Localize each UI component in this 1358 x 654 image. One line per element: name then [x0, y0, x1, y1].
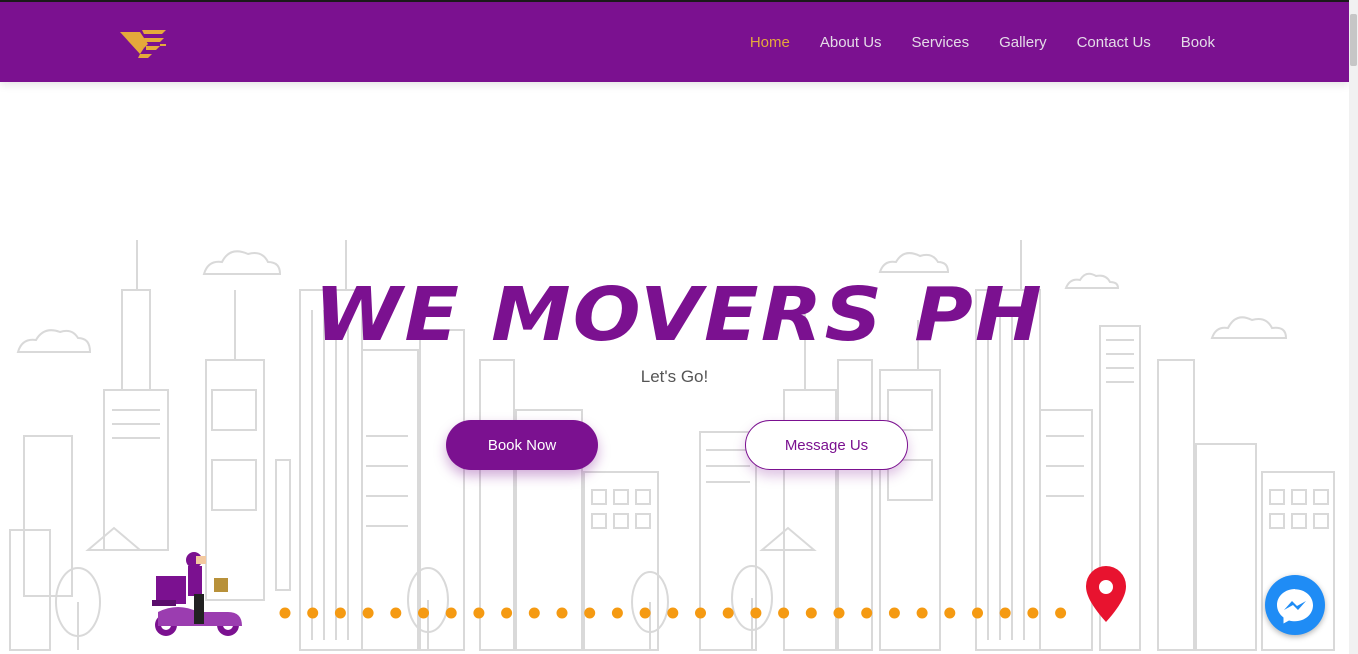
route-dot: [1055, 607, 1067, 619]
delivery-scooter-icon: [152, 552, 242, 636]
route-dot: [556, 607, 568, 619]
hero-title: WE MOVERS PH: [314, 272, 1044, 358]
route-dots: [279, 607, 1067, 619]
route-dot: [750, 607, 762, 619]
route-dot: [362, 607, 374, 619]
nav-item-services[interactable]: Services: [912, 34, 970, 51]
message-us-button[interactable]: Message Us: [745, 420, 908, 470]
route-dot: [611, 607, 623, 619]
route-dot: [695, 607, 706, 619]
route-dot: [307, 607, 319, 619]
route-dot: [778, 607, 790, 619]
nav-item-about-us[interactable]: About Us: [820, 34, 882, 51]
route-dot: [584, 607, 596, 619]
messenger-icon: [1277, 589, 1313, 624]
navbar: Home About Us Services Gallery Contact U…: [0, 2, 1349, 82]
messenger-chat-button[interactable]: [1265, 575, 1325, 635]
we-movers-logo-icon[interactable]: [118, 26, 170, 60]
route-dot: [999, 607, 1011, 619]
nav-item-book[interactable]: Book: [1181, 34, 1215, 51]
route-dot: [418, 607, 429, 619]
route-dot: [1027, 607, 1039, 619]
route-dot: [722, 607, 734, 619]
route-dot: [528, 607, 540, 619]
route-dot: [972, 607, 983, 619]
nav-item-home[interactable]: Home: [750, 34, 790, 51]
route-dot: [805, 607, 817, 619]
route-dot: [445, 607, 457, 619]
route-dot: [861, 607, 873, 619]
main-navigation: Home About Us Services Gallery Contact U…: [720, 2, 1215, 82]
route-dot: [334, 607, 346, 619]
delivery-route-illustration: [152, 552, 1126, 636]
book-now-button[interactable]: Book Now: [446, 420, 598, 470]
scrollbar-thumb[interactable]: [1350, 14, 1357, 66]
nav-item-gallery[interactable]: Gallery: [999, 34, 1047, 51]
route-dot: [944, 607, 956, 619]
route-dot: [667, 607, 679, 619]
route-dot: [916, 607, 928, 619]
nav-item-contact-us[interactable]: Contact Us: [1077, 34, 1151, 51]
route-dot: [473, 607, 485, 619]
route-dot: [888, 607, 900, 619]
route-dot: [639, 607, 651, 619]
route-dot: [390, 607, 402, 619]
route-dot: [501, 607, 513, 619]
route-dot: [833, 607, 845, 619]
hero-tagline: Let's Go!: [640, 367, 709, 386]
route-dot: [279, 607, 291, 619]
location-pin-icon: [1086, 566, 1126, 622]
